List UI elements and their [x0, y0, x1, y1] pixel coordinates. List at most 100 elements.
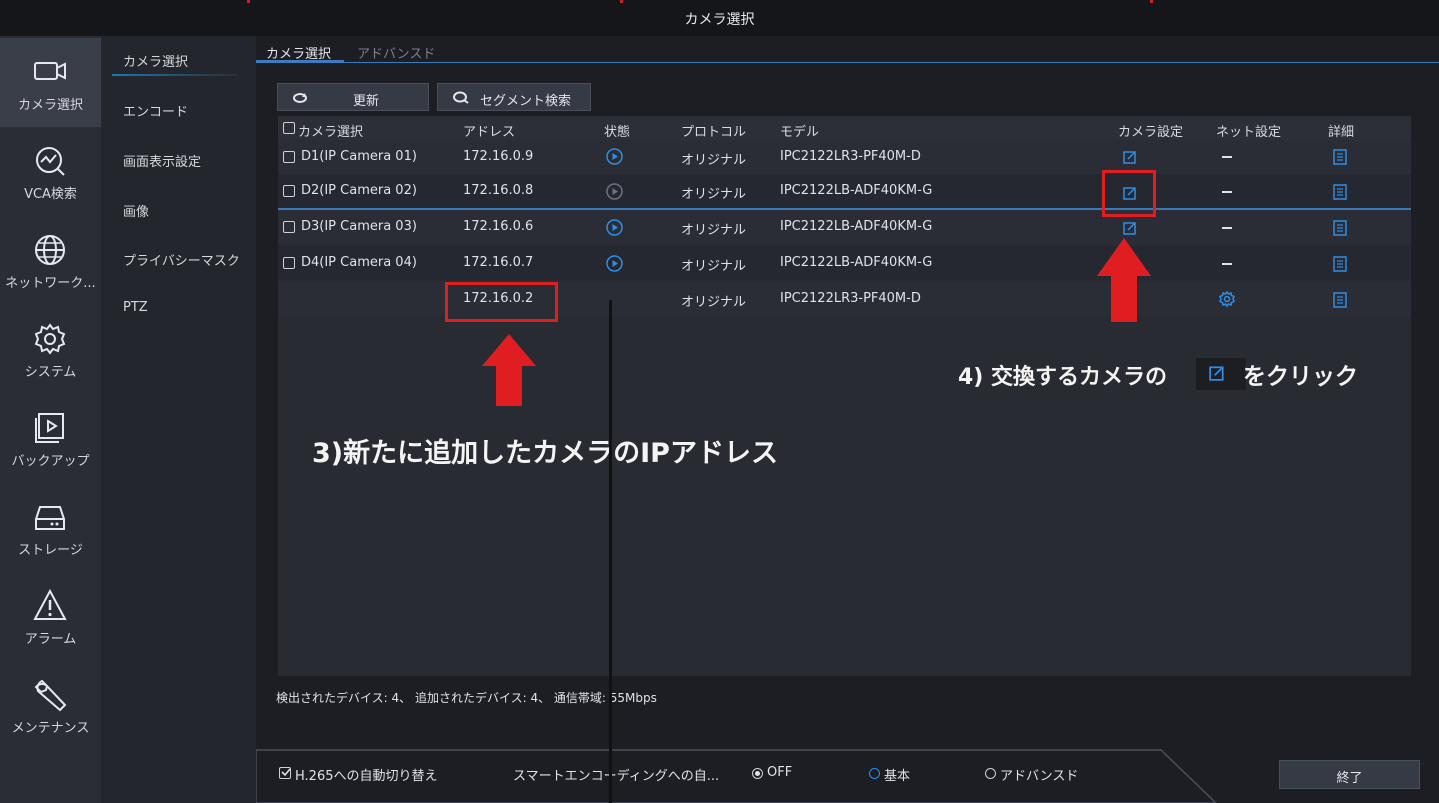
red-mark	[247, 0, 250, 3]
camera-protocol: オリジナル	[681, 295, 747, 310]
camera-name: D1(IP Camera 01)	[301, 149, 417, 164]
gear-icon	[34, 323, 66, 355]
row-checkbox[interactable]	[283, 221, 295, 233]
refresh-button[interactable]: 更新	[277, 83, 429, 111]
refresh-icon	[293, 93, 307, 103]
step4-annotation-prefix: 4) 交換するカメラの	[958, 365, 1168, 390]
camera-address: 172.16.0.8	[463, 183, 534, 198]
sidebar-item-label: バックアップ	[11, 454, 90, 469]
camera-protocol: オリジナル	[681, 153, 747, 168]
sidebar-item-alarm[interactable]: アラーム	[0, 572, 101, 661]
h265-label: H.265への自動切り替え	[295, 769, 438, 784]
camera-model: IPC2122LB-ADF40KM-G	[780, 255, 933, 270]
sidebar-item-label: ネットワーク...	[5, 276, 96, 291]
detail-icon[interactable]	[1333, 220, 1347, 236]
net-settings-dash	[1222, 156, 1232, 158]
camera-name: D3(IP Camera 03)	[301, 219, 417, 234]
divider-line	[609, 300, 612, 803]
column-header: プロトコル	[681, 125, 747, 140]
basic-label: 基本	[884, 769, 911, 784]
basic-radio[interactable]	[869, 768, 880, 779]
radio-selected-dot	[755, 771, 760, 776]
sidebar-item-label: ストレージ	[18, 543, 83, 558]
sidebar-item-label: システム	[24, 365, 77, 380]
column-header: 詳細	[1328, 125, 1355, 140]
net-settings-dash	[1222, 263, 1232, 265]
detail-icon[interactable]	[1333, 256, 1347, 272]
sidebar-item-vca[interactable]: VCA検索	[0, 127, 101, 216]
up-arrow	[1097, 238, 1151, 322]
submenu-active-indicator	[112, 74, 238, 76]
sidebar-item-label: VCA検索	[24, 187, 77, 202]
step3-annotation: 3)新たに追加したカメラのIPアドレス	[312, 438, 778, 469]
sidebar: カメラ選択 VCA検索 ネットワーク... システム バックアップ ストレージ …	[0, 36, 101, 803]
row-checkbox[interactable]	[283, 185, 295, 197]
sidebar-item-storage[interactable]: ストレージ	[0, 483, 101, 572]
submenu-item-encode[interactable]: エンコード	[123, 101, 188, 120]
tab-advanced[interactable]: アドバンスド	[357, 43, 435, 62]
edit-icon[interactable]	[1123, 221, 1137, 235]
up-arrow	[482, 334, 536, 406]
offline-status-icon	[606, 183, 623, 200]
camera-protocol: オリジナル	[681, 223, 747, 238]
advanced-radio[interactable]	[985, 768, 996, 779]
net-gear-icon[interactable]	[1218, 290, 1236, 308]
select-all-checkbox[interactable]	[283, 122, 295, 134]
camera-name: D4(IP Camera 04)	[301, 255, 417, 270]
sidebar-item-system[interactable]: システム	[0, 305, 101, 394]
row-checkbox[interactable]	[283, 257, 295, 269]
submenu-item-image[interactable]: 画像	[123, 201, 149, 220]
sidebar-item-label: アラーム	[24, 632, 77, 647]
segment-search-label: セグメント検索	[480, 94, 572, 109]
column-header: モデル	[780, 125, 820, 140]
edit-icon-highlight	[1102, 170, 1156, 217]
red-mark	[620, 0, 623, 3]
sidebar-item-network[interactable]: ネットワーク...	[0, 216, 101, 305]
detail-icon[interactable]	[1333, 149, 1347, 165]
column-header: 状態	[604, 125, 631, 140]
segment-search-button[interactable]: セグメント検索	[437, 83, 591, 111]
detail-icon[interactable]	[1333, 292, 1347, 308]
globe-icon	[35, 235, 65, 265]
online-status-icon	[606, 148, 623, 165]
row-checkbox[interactable]	[283, 151, 295, 163]
camera-name: D2(IP Camera 02)	[301, 183, 417, 198]
device-status-text: 検出されたデバイス: 4、 追加されたデバイス: 4、 通信帯域: 55Mbps	[276, 691, 657, 705]
net-settings-dash	[1222, 227, 1232, 229]
off-label: OFF	[767, 765, 793, 780]
wrench-icon	[34, 679, 67, 712]
advanced-label: アドバンスド	[1000, 769, 1079, 784]
column-header: カメラ設定	[1118, 125, 1184, 140]
inline-edit-icon-box	[1196, 358, 1246, 390]
backup-icon	[35, 413, 64, 443]
sidebar-item-maintenance[interactable]: メンテナンス	[0, 661, 101, 750]
submenu-item-display[interactable]: 画面表示設定	[123, 151, 201, 170]
table-row[interactable]: D4(IP Camera 04) 172.16.0.7 オリジナル IPC212…	[278, 246, 1411, 280]
alarm-icon	[33, 588, 67, 620]
red-mark	[1150, 0, 1153, 3]
refresh-label: 更新	[353, 94, 380, 109]
exit-button[interactable]: 終了	[1279, 760, 1420, 789]
submenu-item-camera[interactable]: カメラ選択	[123, 51, 188, 70]
tab-active-indicator	[256, 60, 344, 63]
net-settings-dash	[1222, 191, 1232, 193]
submenu-item-ptz[interactable]: PTZ	[123, 300, 148, 315]
edit-icon[interactable]	[1123, 150, 1137, 164]
exit-label: 終了	[1336, 771, 1363, 786]
camera-address: 172.16.0.9	[463, 149, 534, 164]
submenu-item-privacy-mask[interactable]: プライバシーマスク	[123, 250, 240, 269]
online-status-icon	[606, 255, 623, 272]
search-icon	[453, 91, 469, 104]
detail-icon[interactable]	[1333, 184, 1347, 200]
table-row[interactable]: D1(IP Camera 01) 172.16.0.9 オリジナル IPC212…	[278, 140, 1411, 176]
camera-protocol: オリジナル	[681, 259, 747, 274]
sidebar-item-camera[interactable]: カメラ選択	[0, 38, 101, 127]
online-status-icon	[606, 219, 623, 236]
table-row[interactable]: D3(IP Camera 03) 172.16.0.6 オリジナル IPC212…	[278, 210, 1411, 244]
vca-search-icon	[36, 147, 65, 176]
step4-annotation-suffix: をクリック	[1243, 364, 1358, 390]
sidebar-item-label: メンテナンス	[11, 721, 90, 736]
sidebar-item-backup[interactable]: バックアップ	[0, 394, 101, 483]
column-header: ネット設定	[1216, 125, 1282, 140]
table-row[interactable]: D2(IP Camera 02) 172.16.0.8 オリジナル IPC212…	[278, 174, 1411, 210]
